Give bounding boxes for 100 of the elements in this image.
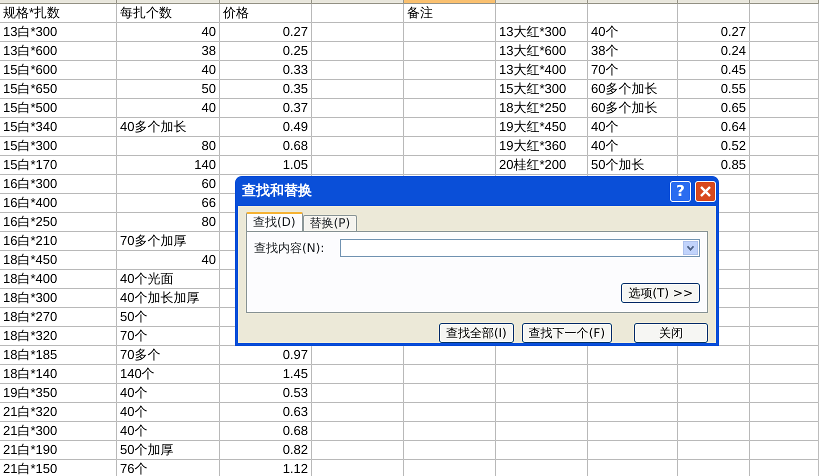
table-cell[interactable]: 0.65 (678, 99, 750, 118)
table-cell[interactable]: 13白*600 (0, 42, 117, 61)
table-cell[interactable]: 0.27 (220, 23, 312, 42)
table-cell[interactable]: 19大红*360 (496, 137, 588, 156)
table-cell[interactable]: 0.27 (678, 23, 750, 42)
table-cell[interactable]: 0.64 (678, 118, 750, 137)
table-cell[interactable]: 备注 (404, 4, 496, 23)
table-cell[interactable]: 19大红*450 (496, 118, 588, 137)
table-cell[interactable]: 40个光面 (117, 270, 220, 289)
table-cell[interactable]: 40个 (117, 403, 220, 422)
dropdown-icon[interactable] (683, 241, 698, 255)
table-cell[interactable]: 0.35 (220, 80, 312, 99)
table-cell[interactable]: 15白*600 (0, 61, 117, 80)
table-cell[interactable]: 21白*300 (0, 422, 117, 441)
find-next-button[interactable]: 查找下一个(F) (522, 323, 612, 343)
table-cell[interactable]: 15白*170 (0, 156, 117, 175)
table-cell[interactable]: 140个 (117, 365, 220, 384)
column-header[interactable] (220, 0, 312, 4)
table-cell[interactable]: 19白*350 (0, 384, 117, 403)
table-cell[interactable]: 15白*300 (0, 137, 117, 156)
table-cell[interactable]: 21白*320 (0, 403, 117, 422)
table-cell[interactable]: 60 (117, 175, 220, 194)
table-cell[interactable]: 0.53 (220, 384, 312, 403)
options-button[interactable]: 选项(T) >> (621, 283, 700, 303)
table-cell[interactable]: 15大红*300 (496, 80, 588, 99)
table-cell[interactable]: 价格 (220, 4, 312, 23)
table-cell[interactable]: 140 (117, 156, 220, 175)
column-header[interactable] (117, 0, 220, 4)
table-cell[interactable]: 1.05 (220, 156, 312, 175)
table-cell[interactable]: 20桂红*200 (496, 156, 588, 175)
table-cell[interactable]: 50个加长 (588, 156, 678, 175)
column-header[interactable] (678, 0, 750, 4)
table-cell[interactable]: 0.49 (220, 118, 312, 137)
table-cell[interactable]: 1.45 (220, 365, 312, 384)
table-cell[interactable]: 40多个加长 (117, 118, 220, 137)
table-cell[interactable]: 1.12 (220, 460, 312, 476)
table-cell[interactable]: 18白*270 (0, 308, 117, 327)
table-cell[interactable]: 16白*300 (0, 175, 117, 194)
column-header[interactable] (750, 0, 819, 4)
find-field[interactable] (340, 239, 700, 257)
table-cell[interactable]: 18白*300 (0, 289, 117, 308)
table-cell[interactable]: 40个 (588, 137, 678, 156)
column-header[interactable] (404, 0, 496, 4)
table-cell[interactable]: 40个 (117, 422, 220, 441)
table-cell[interactable]: 70多个 (117, 346, 220, 365)
table-cell[interactable]: 40 (117, 99, 220, 118)
table-cell[interactable]: 21白*190 (0, 441, 117, 460)
column-header[interactable] (496, 0, 588, 4)
find-all-button[interactable]: 查找全部(I) (438, 323, 514, 343)
table-cell[interactable]: 50个 (117, 308, 220, 327)
tab[interactable]: 替换(P) (302, 215, 358, 231)
table-cell[interactable]: 16白*250 (0, 213, 117, 232)
table-cell[interactable]: 18白*140 (0, 365, 117, 384)
table-cell[interactable]: 13大红*400 (496, 61, 588, 80)
table-cell[interactable]: 15白*650 (0, 80, 117, 99)
table-cell[interactable]: 40 (117, 251, 220, 270)
table-cell[interactable]: 70个 (588, 61, 678, 80)
table-cell[interactable]: 40个 (117, 384, 220, 403)
table-cell[interactable]: 规格*扎数 (0, 4, 117, 23)
table-cell[interactable]: 15白*340 (0, 118, 117, 137)
table-cell[interactable]: 0.37 (220, 99, 312, 118)
table-cell[interactable]: 0.24 (678, 42, 750, 61)
table-cell[interactable]: 0.85 (678, 156, 750, 175)
table-cell[interactable]: 80 (117, 137, 220, 156)
close-icon[interactable] (695, 180, 716, 202)
table-cell[interactable]: 18白*450 (0, 251, 117, 270)
table-cell[interactable]: 18白*185 (0, 346, 117, 365)
table-cell[interactable]: 0.55 (678, 80, 750, 99)
table-cell[interactable]: 18白*320 (0, 327, 117, 346)
table-cell[interactable]: 18大红*250 (496, 99, 588, 118)
column-header[interactable] (0, 0, 117, 4)
column-header[interactable] (588, 0, 678, 4)
table-cell[interactable]: 0.33 (220, 61, 312, 80)
table-cell[interactable]: 40个 (588, 118, 678, 137)
table-cell[interactable]: 0.68 (220, 422, 312, 441)
table-cell[interactable]: 40 (117, 61, 220, 80)
column-header[interactable] (312, 0, 404, 4)
help-button[interactable]: ? (670, 180, 691, 202)
table-cell[interactable]: 13大红*300 (496, 23, 588, 42)
table-cell[interactable]: 40 (117, 23, 220, 42)
table-cell[interactable]: 38 (117, 42, 220, 61)
table-cell[interactable]: 0.82 (220, 441, 312, 460)
table-cell[interactable]: 0.45 (678, 61, 750, 80)
table-cell[interactable]: 16白*400 (0, 194, 117, 213)
table-cell[interactable]: 40个加长加厚 (117, 289, 220, 308)
tab[interactable]: 查找(D) (246, 212, 303, 231)
table-cell[interactable]: 60多个加长 (588, 80, 678, 99)
table-cell[interactable]: 0.68 (220, 137, 312, 156)
close-button[interactable]: 关闭 (634, 323, 708, 343)
table-cell[interactable]: 16白*210 (0, 232, 117, 251)
table-cell[interactable]: 21白*150 (0, 460, 117, 476)
table-cell[interactable]: 40个 (588, 23, 678, 42)
table-cell[interactable]: 18白*400 (0, 270, 117, 289)
table-cell[interactable]: 50个加厚 (117, 441, 220, 460)
table-cell[interactable]: 13大红*600 (496, 42, 588, 61)
table-cell[interactable]: 50 (117, 80, 220, 99)
table-cell[interactable]: 70个 (117, 327, 220, 346)
table-cell[interactable]: 66 (117, 194, 220, 213)
table-cell[interactable]: 0.63 (220, 403, 312, 422)
table-cell[interactable]: 0.52 (678, 137, 750, 156)
